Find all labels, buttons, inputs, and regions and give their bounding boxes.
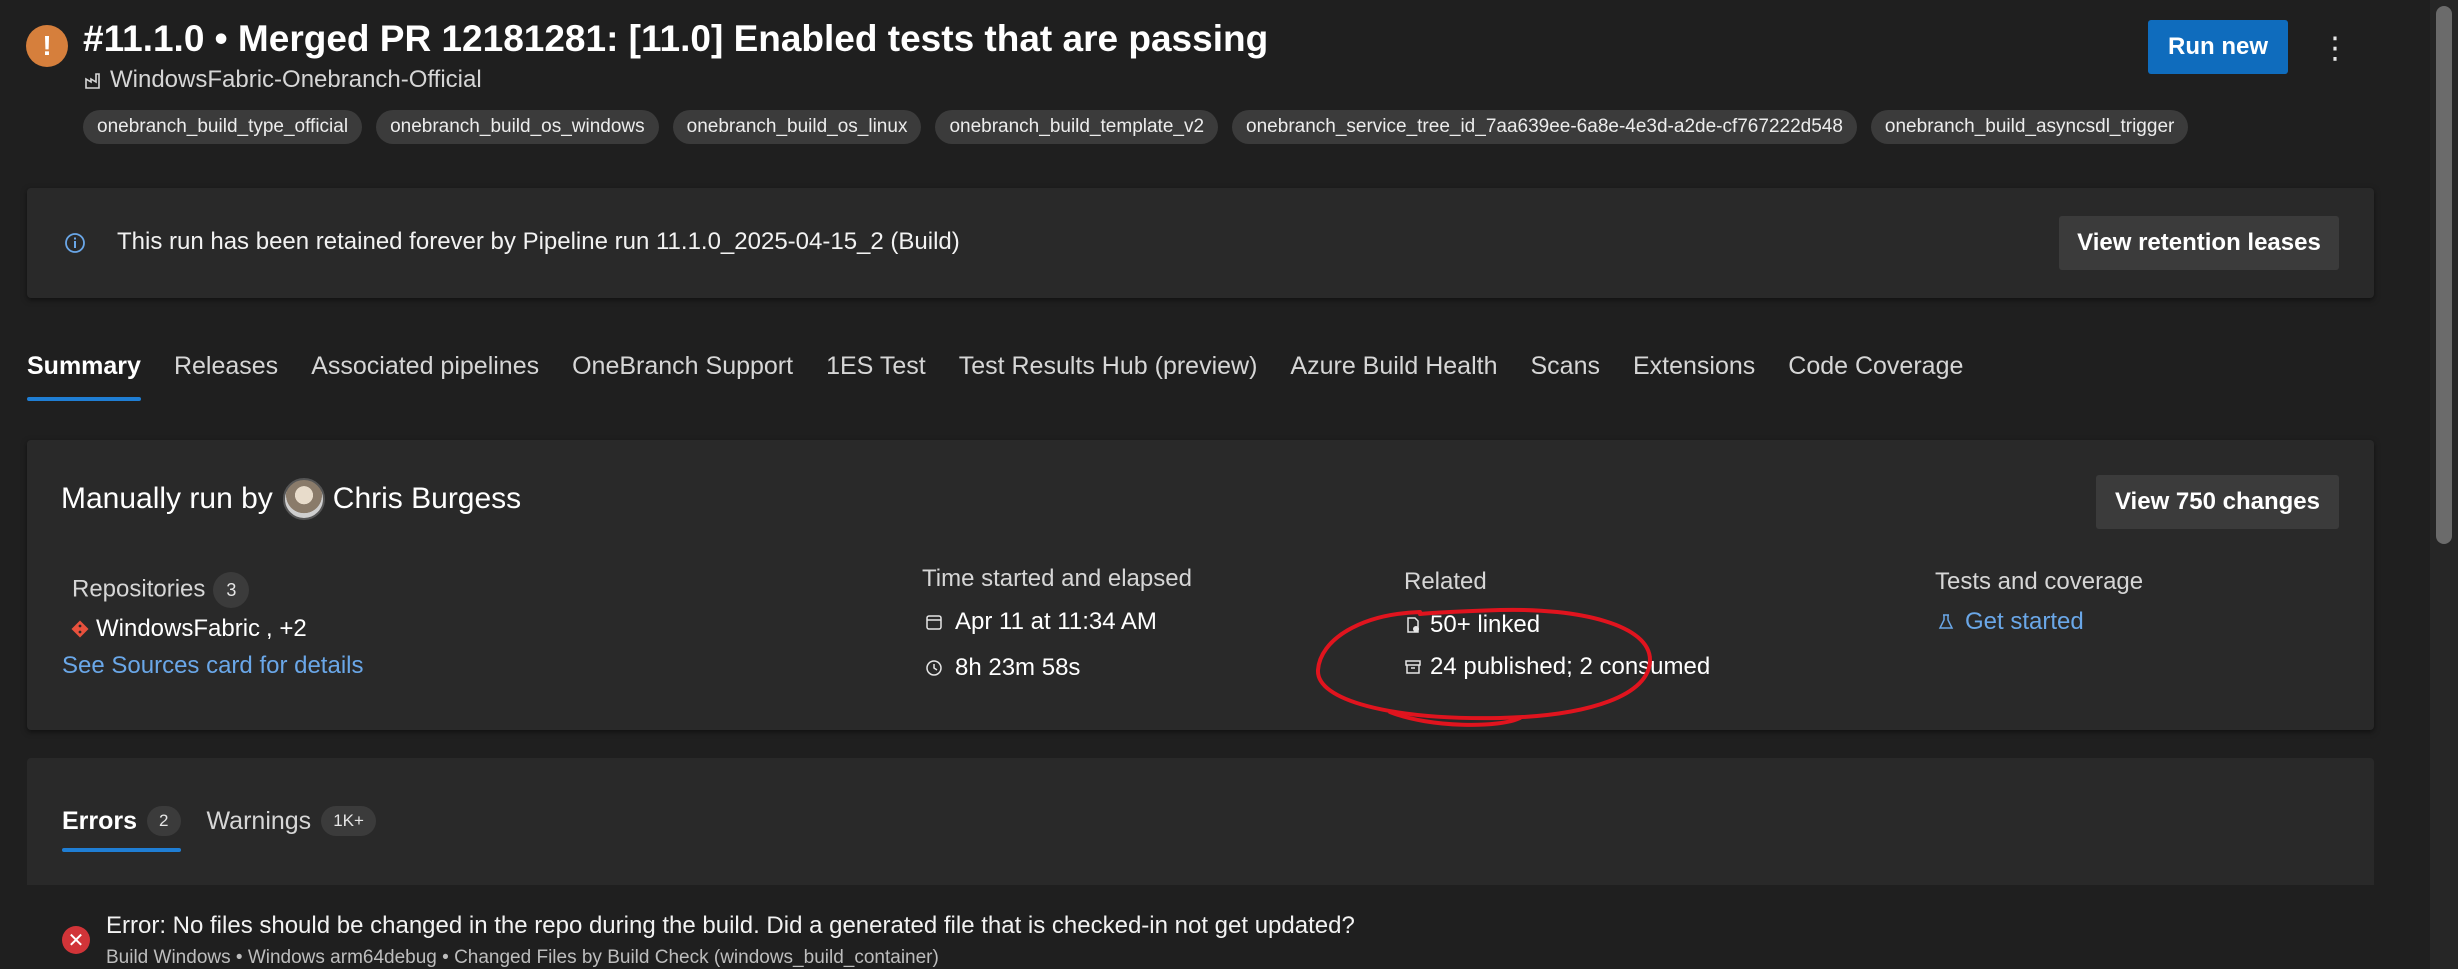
errors-count-badge: 2 — [147, 806, 181, 836]
artifacts-icon — [1405, 660, 1421, 674]
time-label: Time started and elapsed — [922, 565, 1192, 592]
linked-row[interactable]: 50+ linked — [1404, 611, 1540, 639]
linked-work-items-icon — [1407, 617, 1419, 633]
repositories-section: Repositories 3 — [72, 572, 250, 608]
tests-coverage-label: Tests and coverage — [1935, 568, 2144, 595]
view-retention-leases-button[interactable]: View retention leases — [2059, 216, 2339, 270]
more-actions-icon[interactable]: ⋮ — [2318, 26, 2352, 70]
warning-status-icon: ! — [26, 25, 68, 67]
tab-test-results-hub[interactable]: Test Results Hub (preview) — [959, 352, 1258, 401]
repository-more: , +2 — [266, 615, 307, 642]
get-started-link[interactable]: Get started — [1965, 608, 2084, 636]
pipeline-name: WindowsFabric-Onebranch-Official — [110, 66, 482, 93]
elapsed-time: 8h 23m 58s — [955, 654, 1081, 681]
tag[interactable]: onebranch_build_type_official — [83, 110, 363, 144]
repository-row: WindowsFabric , +2 — [70, 615, 307, 643]
tag[interactable]: onebranch_build_os_linux — [672, 110, 922, 144]
run-by: Manually run by Chris Burgess — [61, 478, 521, 520]
tag-list: onebranch_build_type_official onebranch_… — [83, 110, 2189, 144]
run-new-button[interactable]: Run new — [2148, 20, 2288, 74]
page-title: #11.1.0 • Merged PR 12181281: [11.0] Ena… — [83, 18, 1269, 59]
tab-releases[interactable]: Releases — [174, 352, 278, 401]
see-sources-link[interactable]: See Sources card for details — [62, 652, 364, 680]
retention-message: This run has been retained forever by Pi… — [117, 228, 960, 255]
tab-azure-build-health[interactable]: Azure Build Health — [1290, 352, 1497, 401]
scrollbar-thumb[interactable] — [2436, 6, 2452, 544]
info-icon — [65, 233, 85, 253]
tag[interactable]: onebranch_build_template_v2 — [935, 110, 1219, 144]
avatar[interactable] — [282, 478, 325, 520]
error-message[interactable]: Error: No files should be changed in the… — [106, 912, 1355, 940]
tab-summary[interactable]: Summary — [27, 352, 141, 401]
tab-extensions[interactable]: Extensions — [1633, 352, 1755, 401]
run-tabs: Summary Releases Associated pipelines On… — [27, 352, 1996, 401]
warnings-label: Warnings — [206, 806, 312, 835]
repositories-count-badge: 3 — [213, 572, 250, 608]
issues-tabs: Errors 2 Warnings 1K+ — [62, 806, 402, 852]
error-icon: ✕ — [62, 926, 90, 954]
tab-onebranch-support[interactable]: OneBranch Support — [572, 352, 793, 401]
clock-icon — [926, 660, 942, 676]
view-changes-button[interactable]: View 750 changes — [2096, 475, 2339, 529]
artifacts-row[interactable]: 24 published; 2 consumed — [1404, 653, 1710, 681]
run-by-user[interactable]: Chris Burgess — [333, 482, 521, 516]
tab-code-coverage[interactable]: Code Coverage — [1788, 352, 1963, 401]
error-source[interactable]: Build Windows • Windows arm64debug • Cha… — [106, 947, 939, 969]
start-time-row: Apr 11 at 11:34 AM — [925, 608, 1157, 636]
get-started-row[interactable]: Get started — [1937, 608, 2084, 636]
warnings-count-badge: 1K+ — [321, 806, 376, 836]
tab-associated-pipelines[interactable]: Associated pipelines — [311, 352, 539, 401]
linked-count[interactable]: 50+ linked — [1430, 611, 1540, 639]
elapsed-row: 8h 23m 58s — [925, 654, 1080, 682]
tag[interactable]: onebranch_build_os_windows — [376, 110, 659, 144]
git-icon — [71, 620, 89, 638]
repository-name[interactable]: WindowsFabric — [96, 615, 260, 643]
tab-warnings[interactable]: Warnings 1K+ — [207, 806, 376, 852]
related-label: Related — [1404, 568, 1487, 595]
factory-icon — [85, 73, 100, 89]
run-by-prefix: Manually run by — [61, 482, 273, 515]
tab-errors[interactable]: Errors 2 — [62, 806, 181, 852]
pipeline-link[interactable]: WindowsFabric-Onebranch-Official — [84, 66, 482, 94]
tab-1es-test[interactable]: 1ES Test — [826, 352, 926, 401]
beaker-icon — [1938, 614, 1954, 629]
calendar-icon — [926, 615, 942, 630]
tab-scans[interactable]: Scans — [1530, 352, 1599, 401]
repositories-label: Repositories — [72, 575, 206, 603]
errors-label: Errors — [62, 806, 138, 835]
artifacts-count[interactable]: 24 published; 2 consumed — [1430, 653, 1710, 681]
start-time: Apr 11 at 11:34 AM — [955, 608, 1157, 635]
tag[interactable]: onebranch_build_asyncsdl_trigger — [1870, 110, 2189, 144]
tag[interactable]: onebranch_service_tree_id_7aa639ee-6a8e-… — [1232, 110, 1857, 144]
